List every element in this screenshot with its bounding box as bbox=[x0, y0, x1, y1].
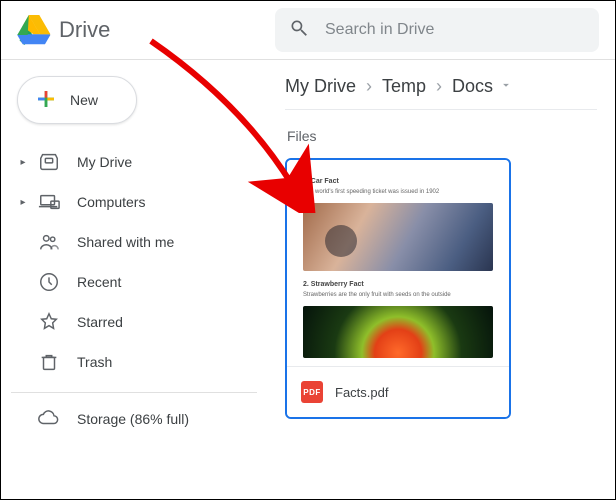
breadcrumb-item[interactable]: Temp bbox=[382, 76, 426, 97]
breadcrumb-item[interactable]: My Drive bbox=[285, 76, 356, 97]
breadcrumb-item-current[interactable]: Docs bbox=[452, 76, 513, 97]
file-preview: 1. Car Fact The world's first speeding t… bbox=[287, 160, 509, 366]
search-icon bbox=[289, 18, 309, 43]
preview-image-car bbox=[303, 203, 493, 271]
section-title-files: Files bbox=[287, 128, 597, 144]
expand-icon[interactable]: ▸ bbox=[15, 197, 31, 208]
drive-logo[interactable] bbox=[17, 15, 51, 45]
storage-label: Storage (86% full) bbox=[77, 411, 189, 427]
sidebar-item-computers[interactable]: ▸ Computers bbox=[11, 182, 257, 222]
computers-icon bbox=[37, 190, 61, 214]
starred-icon bbox=[37, 310, 61, 334]
search-bar[interactable] bbox=[275, 8, 599, 52]
sidebar-item-my-drive[interactable]: ▸ My Drive bbox=[11, 142, 257, 182]
plus-icon bbox=[34, 87, 58, 114]
sidebar-item-trash[interactable]: Trash bbox=[11, 342, 257, 382]
sidebar-item-label: Trash bbox=[77, 354, 112, 370]
sidebar-item-label: Recent bbox=[77, 274, 121, 290]
sidebar-item-label: Shared with me bbox=[77, 234, 174, 250]
shared-icon bbox=[37, 230, 61, 254]
sidebar-item-storage[interactable]: Storage (86% full) bbox=[11, 399, 257, 439]
sidebar-item-label: My Drive bbox=[77, 154, 132, 170]
new-button-label: New bbox=[70, 92, 98, 108]
breadcrumb: My Drive › Temp › Docs bbox=[285, 70, 597, 110]
file-name: Facts.pdf bbox=[335, 385, 388, 400]
sidebar-divider bbox=[11, 392, 257, 393]
file-card[interactable]: 1. Car Fact The world's first speeding t… bbox=[285, 158, 511, 419]
breadcrumb-separator: › bbox=[366, 76, 372, 97]
cloud-icon bbox=[37, 407, 59, 432]
new-button[interactable]: New bbox=[17, 76, 137, 124]
expand-icon[interactable]: ▸ bbox=[15, 157, 31, 168]
sidebar-item-starred[interactable]: Starred bbox=[11, 302, 257, 342]
main-panel: My Drive › Temp › Docs Files 1. Car Fact… bbox=[267, 60, 615, 499]
breadcrumb-separator: › bbox=[436, 76, 442, 97]
trash-icon bbox=[37, 350, 61, 374]
sidebar-item-label: Computers bbox=[77, 194, 145, 210]
search-input[interactable] bbox=[325, 21, 585, 39]
sidebar-item-recent[interactable]: Recent bbox=[11, 262, 257, 302]
sidebar: New ▸ My Drive ▸ Computers bbox=[1, 60, 267, 499]
chevron-down-icon bbox=[499, 76, 513, 97]
my-drive-icon bbox=[37, 150, 61, 174]
sidebar-item-label: Starred bbox=[77, 314, 123, 330]
app-name: Drive bbox=[59, 17, 110, 43]
sidebar-item-shared[interactable]: Shared with me bbox=[11, 222, 257, 262]
pdf-icon: PDF bbox=[301, 381, 323, 403]
preview-image-strawberry bbox=[303, 306, 493, 358]
recent-icon bbox=[37, 270, 61, 294]
